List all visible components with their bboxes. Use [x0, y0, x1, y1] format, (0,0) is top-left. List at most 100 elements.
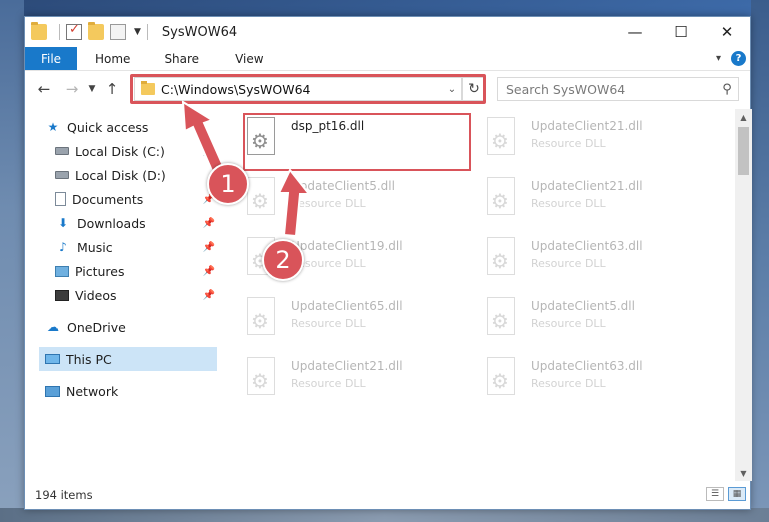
step-badge-1: 1 [207, 163, 249, 205]
item-count: 194 items [35, 488, 93, 502]
file-item[interactable]: ⚙ UpdateClient63.dll Resource DLL [485, 355, 713, 407]
sidebar-item-pictures[interactable]: Pictures 📌 [55, 259, 215, 283]
desktop-background-left [0, 0, 24, 522]
network-icon [45, 385, 60, 397]
sidebar-item-local-disk-d[interactable]: Local Disk (D:) [55, 163, 215, 187]
recent-locations-icon[interactable]: ▼ [83, 84, 101, 94]
drive-icon [55, 171, 69, 179]
dll-file-icon: ⚙ [485, 117, 519, 159]
dll-file-icon: ⚙ [245, 357, 279, 399]
folder-icon[interactable] [31, 22, 47, 40]
tab-view[interactable]: View [213, 47, 277, 70]
sidebar-item-label: Quick access [67, 119, 149, 135]
dll-file-icon: ⚙ [485, 357, 519, 399]
pin-icon[interactable]: 📌 [203, 290, 215, 301]
file-item[interactable]: ⚙ UpdateClient5.dll Resource DLL [485, 295, 713, 347]
address-bar-highlight [130, 74, 486, 104]
drive-icon [55, 147, 69, 155]
toolbar-divider [59, 24, 60, 40]
tab-file[interactable]: File [25, 47, 77, 70]
tab-share[interactable]: Share [144, 47, 213, 70]
navigation-bar: ← → ▼ ↑ C:\Windows\SysWOW64 ⌄ ↻ Search S… [25, 73, 750, 105]
toolbar-divider [146, 24, 148, 40]
sidebar-item-network[interactable]: Network [45, 379, 215, 403]
file-item[interactable]: ⚙ UpdateClient21.dll Resource DLL [485, 115, 713, 167]
sidebar-item-music[interactable]: ♪ Music 📌 [55, 235, 215, 259]
pin-icon[interactable]: 📌 [203, 266, 215, 277]
sidebar-item-label: Pictures [75, 263, 125, 279]
pin-icon[interactable]: 📌 [203, 218, 215, 229]
vertical-scrollbar[interactable]: ▲ ▼ [735, 109, 752, 481]
search-icon[interactable]: ⚲ [716, 82, 738, 97]
details-view-icon[interactable]: ☰ [706, 487, 724, 501]
close-button[interactable]: ✕ [704, 17, 750, 47]
ribbon-tabs: File Home Share View ▾ ? [25, 47, 750, 71]
step-badge-2: 2 [262, 239, 304, 281]
forward-arrow-icon[interactable]: → [61, 80, 83, 98]
tab-home[interactable]: Home [77, 47, 144, 70]
sidebar-item-onedrive[interactable]: ☁ OneDrive [45, 315, 215, 339]
minimize-button[interactable]: — [612, 17, 658, 47]
file-name: UpdateClient5.dll [531, 299, 635, 313]
chevron-down-icon[interactable]: ▼ [134, 27, 141, 37]
new-folder-icon[interactable] [88, 22, 104, 40]
window-title: SysWOW64 [161, 24, 238, 40]
scroll-down-icon[interactable]: ▼ [735, 465, 752, 481]
maximize-button[interactable]: ☐ [658, 17, 704, 47]
pin-icon[interactable]: 📌 [203, 242, 215, 253]
pictures-icon [55, 265, 69, 277]
sidebar-item-label: OneDrive [67, 319, 126, 335]
ribbon-right: ▾ ? [716, 47, 750, 70]
cloud-icon: ☁ [47, 320, 59, 334]
customize-toolbar-icon[interactable] [110, 24, 126, 40]
sidebar-item-quick-access[interactable]: ★ Quick access [45, 115, 215, 139]
dll-file-icon: ⚙ [485, 177, 519, 219]
file-name: UpdateClient5.dll [291, 179, 395, 193]
expand-ribbon-icon[interactable]: ▾ [716, 53, 721, 64]
desktop-background-right [751, 0, 769, 522]
desktop-background-bottom [0, 508, 769, 522]
up-arrow-icon[interactable]: ↑ [101, 80, 123, 98]
window-controls: — ☐ ✕ [612, 17, 750, 47]
sidebar-item-this-pc[interactable]: This PC [39, 347, 217, 371]
back-arrow-icon[interactable]: ← [33, 80, 55, 98]
scrollbar-thumb[interactable] [738, 127, 749, 175]
help-icon[interactable]: ? [731, 51, 746, 66]
sidebar-item-local-disk-c[interactable]: Local Disk (C:) 📌 [55, 139, 215, 163]
file-name: UpdateClient63.dll [531, 359, 643, 373]
sidebar-item-documents[interactable]: Documents 📌 [55, 187, 215, 211]
star-icon: ★ [47, 120, 59, 134]
title-bar: ▼ SysWOW64 — ☐ ✕ [25, 17, 750, 47]
file-type: Resource DLL [291, 317, 366, 330]
quick-access-toolbar: ▼ [31, 22, 154, 40]
sidebar-item-videos[interactable]: Videos 📌 [55, 283, 215, 307]
file-item[interactable]: ⚙ UpdateClient63.dll Resource DLL [485, 235, 713, 287]
download-icon: ⬇ [57, 216, 69, 230]
pin-icon[interactable]: 📌 [203, 146, 215, 157]
search-input[interactable]: Search SysWOW64 ⚲ [497, 77, 739, 101]
file-item[interactable]: ⚙ UpdateClient21.dll Resource DLL [485, 175, 713, 227]
file-item[interactable]: ⚙ UpdateClient21.dll Resource DLL [245, 355, 473, 407]
dll-file-icon: ⚙ [485, 297, 519, 339]
properties-icon[interactable] [66, 22, 82, 40]
status-bar: 194 items ☰ ▦ [25, 481, 750, 509]
navigation-pane: ★ Quick access Local Disk (C:) 📌 Local D… [25, 109, 219, 479]
sidebar-item-label: This PC [66, 351, 112, 367]
file-name: UpdateClient63.dll [531, 239, 643, 253]
sidebar-item-label: Network [66, 383, 119, 399]
dll-file-icon: ⚙ [485, 237, 519, 279]
file-item[interactable]: ⚙ UpdateClient65.dll Resource DLL [245, 295, 473, 347]
sidebar-item-label: Videos [75, 287, 117, 303]
view-toggle: ☰ ▦ [702, 487, 746, 501]
documents-icon [55, 192, 66, 206]
file-name: UpdateClient21.dll [531, 119, 643, 133]
large-icons-view-icon[interactable]: ▦ [728, 487, 746, 501]
scroll-up-icon[interactable]: ▲ [735, 109, 752, 125]
sidebar-item-downloads[interactable]: ⬇ Downloads 📌 [55, 211, 215, 235]
sidebar-item-label: Local Disk (D:) [75, 167, 166, 183]
music-icon: ♪ [59, 240, 67, 254]
explorer-window: ▼ SysWOW64 — ☐ ✕ File Home Share View ▾ … [24, 16, 752, 510]
file-type: Resource DLL [531, 257, 606, 270]
file-item[interactable]: ⚙ UpdateClient5.dll Resource DLL [245, 175, 473, 227]
file-name: UpdateClient65.dll [291, 299, 403, 313]
